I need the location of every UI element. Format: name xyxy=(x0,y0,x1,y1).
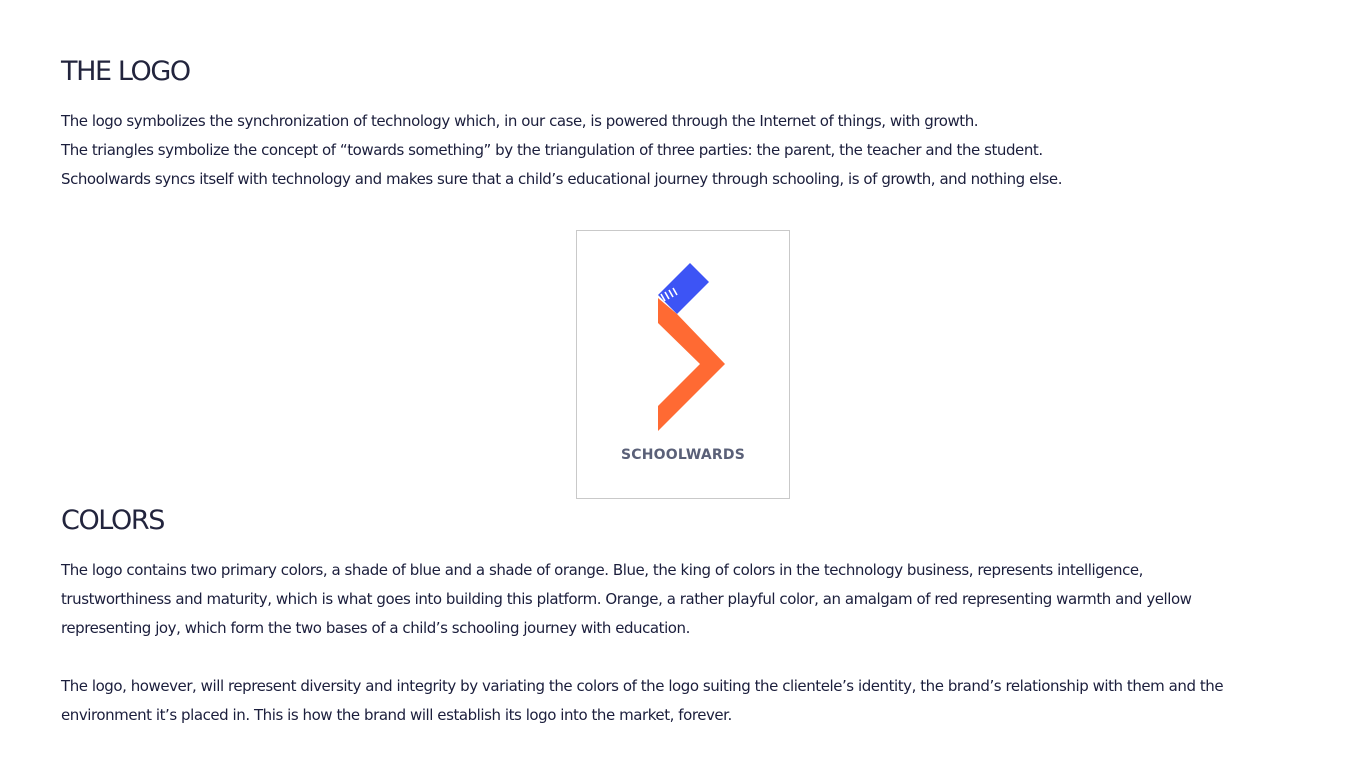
logo-orange-chevron xyxy=(658,298,725,431)
logo-wordmark: SCHOOLWARDS xyxy=(620,447,746,463)
logo-image-frame: SCHOOLWARDS xyxy=(576,230,790,499)
logo-description-line: The triangles symbolize the concept of “… xyxy=(61,141,1043,159)
logo-description-line: The logo symbolizes the synchronization … xyxy=(61,112,979,130)
colors-paragraph-line: representing joy, which form the two bas… xyxy=(61,619,690,637)
colors-paragraph-line: The logo contains two primary colors, a … xyxy=(61,561,1144,579)
logo-section-heading: THE LOGO xyxy=(61,56,191,87)
colors-paragraph-line: trustworthiness and maturity, which is w… xyxy=(61,590,1192,608)
colors-section-heading: COLORS xyxy=(61,505,165,536)
colors-paragraph-line: The logo, however, will represent divers… xyxy=(61,677,1224,695)
colors-paragraph-line: environment it’s placed in. This is how … xyxy=(61,706,732,724)
logo-description-line: Schoolwards syncs itself with technology… xyxy=(61,170,1063,188)
logo-description: The logo symbolizes the synchronization … xyxy=(61,107,1062,194)
colors-paragraph-2: The logo, however, will represent divers… xyxy=(61,672,1224,730)
colors-paragraph-1: The logo contains two primary colors, a … xyxy=(61,556,1192,643)
